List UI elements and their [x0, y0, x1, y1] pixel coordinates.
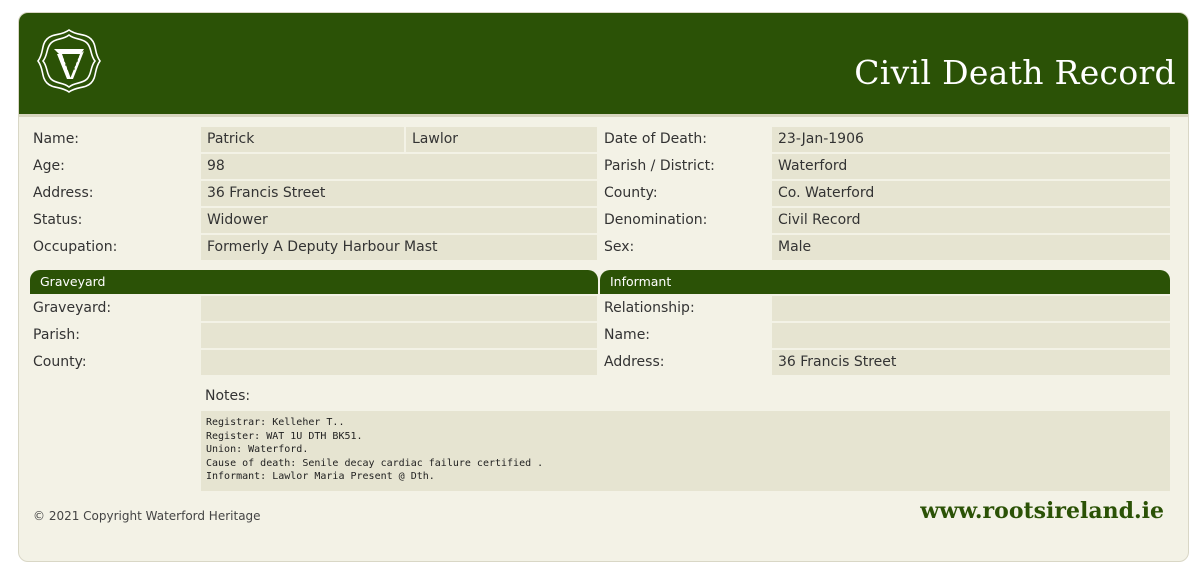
notes-label: Notes:: [205, 388, 251, 404]
date-of-death-label: Date of Death:: [604, 131, 707, 147]
copyright-text: © 2021 Copyright Waterford Heritage: [33, 509, 261, 523]
address-label: Address:: [33, 185, 94, 201]
graveyard-value: [201, 296, 597, 321]
sex-label: Sex:: [604, 239, 635, 255]
informant-relationship-value: [772, 296, 1170, 321]
status-label: Status:: [33, 212, 83, 228]
date-of-death-value: 23-Jan-1906: [772, 127, 1170, 152]
occupation-value: Formerly A Deputy Harbour Mast: [201, 235, 597, 260]
graveyard-parish-value: [201, 323, 597, 348]
informant-address-label: Address:: [604, 354, 665, 370]
page-title: Civil Death Record: [854, 53, 1176, 92]
denomination-label: Denomination:: [604, 212, 708, 228]
county-value: Co. Waterford: [772, 181, 1170, 206]
informant-address-value: 36 Francis Street: [772, 350, 1170, 375]
surname-value: Lawlor: [406, 127, 597, 152]
graveyard-county-value: [201, 350, 597, 375]
denomination-value: Civil Record: [772, 208, 1170, 233]
harp-logo-icon: [37, 29, 101, 93]
first-name-value: Patrick: [201, 127, 404, 152]
informant-relationship-label: Relationship:: [604, 300, 695, 316]
county-label: County:: [604, 185, 658, 201]
graveyard-label: Graveyard:: [33, 300, 112, 316]
record-card: Civil Death Record Name: Patrick Lawlor …: [18, 12, 1189, 562]
occupation-label: Occupation:: [33, 239, 118, 255]
age-value: 98: [201, 154, 597, 179]
graveyard-county-label: County:: [33, 354, 87, 370]
name-label: Name:: [33, 131, 80, 147]
status-value: Widower: [201, 208, 597, 233]
parish-district-label: Parish / District:: [604, 158, 715, 174]
notes-text: Registrar: Kelleher T.. Register: WAT 1U…: [201, 411, 1170, 491]
informant-name-value: [772, 323, 1170, 348]
age-label: Age:: [33, 158, 65, 174]
site-url-link[interactable]: www.rootsireland.ie: [920, 498, 1164, 524]
address-value: 36 Francis Street: [201, 181, 597, 206]
informant-section-header: Informant: [600, 270, 1170, 294]
record-header: Civil Death Record: [19, 13, 1188, 117]
graveyard-section-header: Graveyard: [30, 270, 598, 294]
parish-district-value: Waterford: [772, 154, 1170, 179]
sex-value: Male: [772, 235, 1170, 260]
informant-name-label: Name:: [604, 327, 651, 343]
graveyard-parish-label: Parish:: [33, 327, 80, 343]
